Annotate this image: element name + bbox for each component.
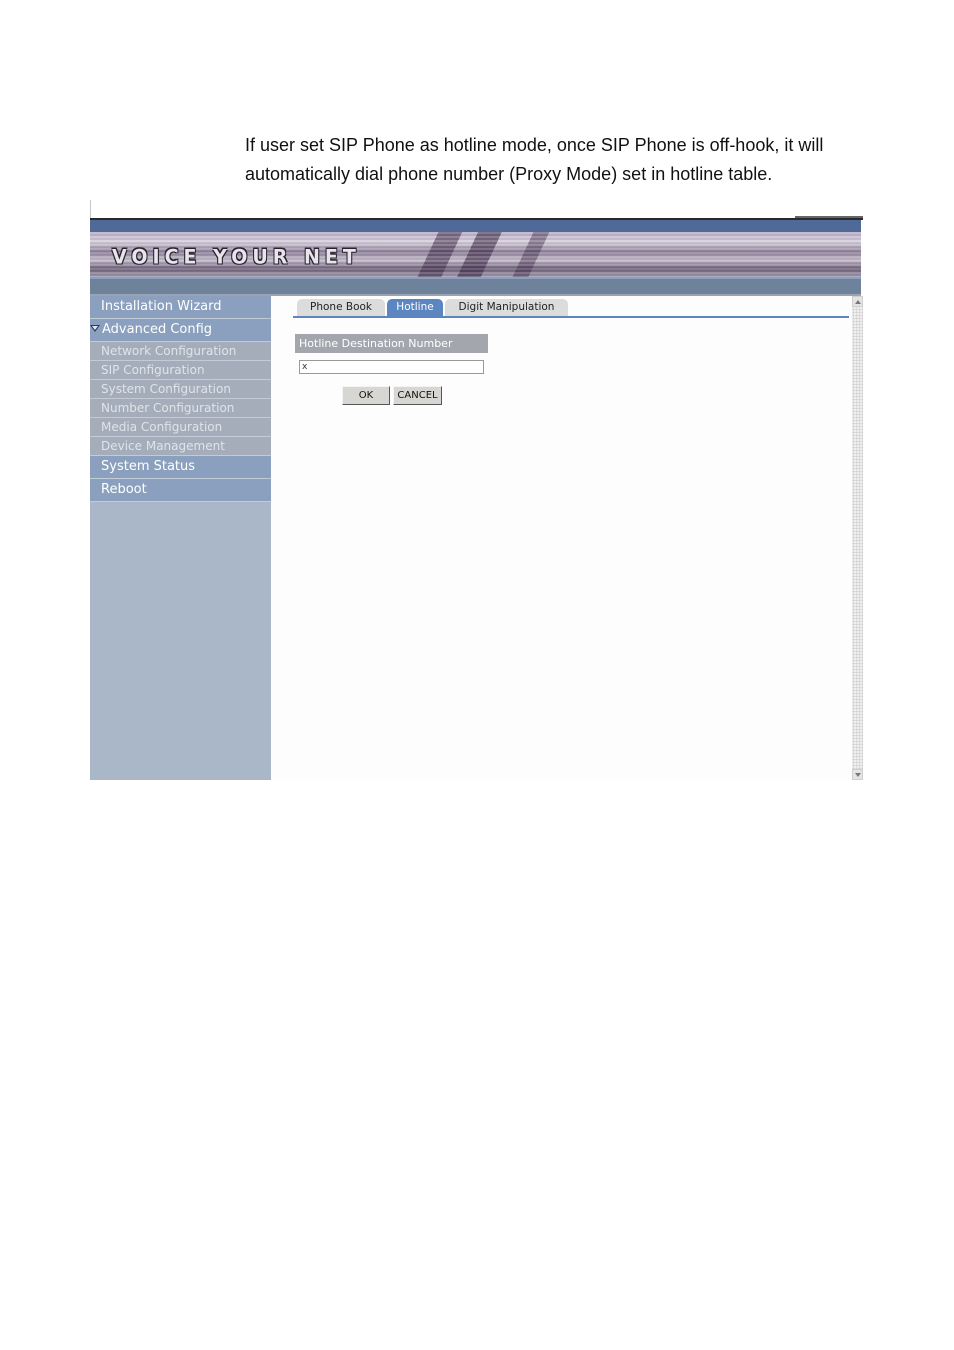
scroll-up-button[interactable]	[852, 296, 863, 307]
sidebar-item-label: Media Configuration	[101, 420, 223, 434]
sidebar-item-number-configuration[interactable]: Number Configuration	[90, 399, 271, 418]
sidebar-item-label: Number Configuration	[101, 401, 235, 415]
scroll-down-button[interactable]	[852, 769, 863, 780]
sidebar-item-reboot[interactable]: Reboot	[90, 479, 271, 502]
document-paragraph: If user set SIP Phone as hotline mode, o…	[245, 131, 885, 189]
tab-underline	[293, 316, 849, 318]
paragraph-line: If user set SIP Phone as hotline mode, o…	[245, 135, 824, 155]
sidebar-item-system-configuration[interactable]: System Configuration	[90, 380, 271, 399]
sidebar-item-network-configuration[interactable]: Network Configuration	[90, 342, 271, 361]
sidebar-item-label: System Configuration	[101, 382, 231, 396]
header-bar	[90, 220, 861, 232]
sidebar-nav: Installation Wizard Advanced Config Netw…	[90, 296, 271, 780]
tab-hotline[interactable]: Hotline	[387, 299, 443, 316]
tab-digit-manipulation[interactable]: Digit Manipulation	[445, 299, 568, 316]
sidebar-item-installation-wizard[interactable]: Installation Wizard	[90, 296, 271, 319]
vertical-scrollbar[interactable]	[852, 296, 863, 780]
header-subbar	[90, 277, 861, 294]
arrow-down-icon	[855, 773, 861, 777]
cancel-button[interactable]: CANCEL	[393, 386, 442, 405]
arrow-up-icon	[855, 300, 861, 304]
tab-phone-book[interactable]: Phone Book	[297, 299, 385, 316]
sidebar-item-label: System Status	[101, 459, 196, 474]
hotline-destination-label: Hotline Destination Number	[295, 334, 488, 353]
sidebar-item-label: SIP Configuration	[101, 363, 205, 377]
banner: VOICE YOUR NET	[90, 232, 861, 277]
paragraph-line: automatically dial phone number (Proxy M…	[245, 164, 773, 184]
sidebar-item-advanced-config[interactable]: Advanced Config	[90, 319, 271, 342]
sidebar-item-label: Network Configuration	[101, 344, 237, 358]
banner-logo-text: VOICE YOUR NET	[112, 245, 361, 269]
sidebar-item-label: Advanced Config	[102, 322, 213, 337]
tab-bar: Phone Book Hotline Digit Manipulation	[297, 299, 570, 317]
sidebar-item-sip-configuration[interactable]: SIP Configuration	[90, 361, 271, 380]
frame-border	[90, 200, 91, 220]
main-content: Phone Book Hotline Digit Manipulation Ho…	[271, 296, 852, 780]
sidebar-item-label: Installation Wizard	[101, 299, 222, 314]
hotline-destination-input[interactable]	[299, 360, 484, 374]
sidebar-item-media-configuration[interactable]: Media Configuration	[90, 418, 271, 437]
ok-button[interactable]: OK	[342, 386, 390, 405]
sidebar-item-label: Reboot	[101, 482, 147, 497]
triangle-down-icon	[90, 325, 100, 332]
browser-screenshot: VOICE YOUR NET Installation Wizard Advan…	[90, 200, 863, 780]
sidebar-item-label: Device Management	[101, 439, 225, 453]
frame-border	[795, 216, 863, 218]
sidebar-item-system-status[interactable]: System Status	[90, 456, 271, 479]
sidebar-item-device-management[interactable]: Device Management	[90, 437, 271, 456]
